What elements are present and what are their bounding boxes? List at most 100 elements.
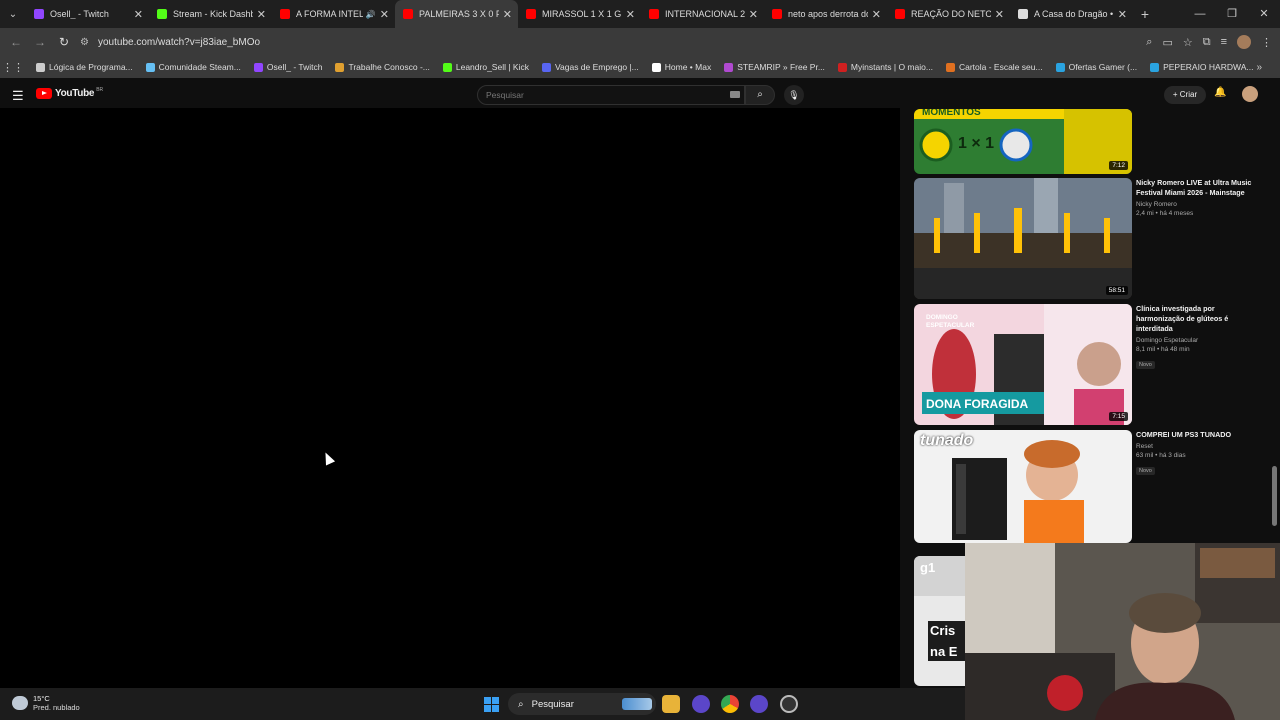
browser-tab[interactable]: MIRASSOL 1 X 1 GRÊ ✕ [518,0,641,28]
new-tab-plus-icon[interactable]: + [1133,6,1157,22]
extensions-icon[interactable]: ⧉ [1203,36,1211,49]
tab-title: PALMEIRAS 3 X 0 FOR [419,9,499,19]
close-icon[interactable]: ✕ [257,8,266,21]
hamburger-icon[interactable]: ☰ [12,88,24,104]
avatar[interactable] [1242,86,1258,102]
youtube-logo[interactable]: YouTube BR [36,86,104,99]
bookmark-label: Home • Max [664,62,712,72]
new-badge: Novo [1136,361,1155,369]
speaker-icon[interactable]: 🔊 [366,10,376,19]
search-input[interactable]: Pesquisar [477,85,745,105]
install-icon[interactable]: ▭ [1162,36,1172,49]
bookmark-item[interactable]: Vagas de Emprego |... [541,62,639,72]
back-icon[interactable]: ← [4,35,28,49]
browser-tab[interactable]: INTERNACIONAL 2 X ✕ [641,0,764,28]
tab-favicon-icon [772,9,782,19]
file-explorer-icon[interactable] [662,695,680,713]
recommended-video[interactable]: tunado COMPREI UM PS3 TUNADO Reset 63 mil •… [914,430,1257,543]
forward-icon[interactable]: → [28,35,52,49]
taskbar-search[interactable]: ⌕ Pesquisar [508,693,656,715]
close-window-icon[interactable]: ✕ [1248,0,1280,28]
close-icon[interactable]: ✕ [1118,8,1127,21]
video-title[interactable]: COMPREI UM PS3 TUNADO [1136,430,1257,440]
menu-dots-icon[interactable]: ⋮ [1261,36,1272,49]
channel-name[interactable]: Nicky Romero [1136,201,1257,208]
browser-tab[interactable]: A Casa do Dragão • I ✕ [1010,0,1133,28]
bookmark-item[interactable]: STEAMRIP » Free Pr... [724,62,825,72]
profile-icon[interactable] [1237,35,1251,49]
search-icon: ⌕ [518,698,524,710]
browser-tab[interactable]: A FORMA INTELI 🔊 ✕ [272,0,395,28]
close-icon[interactable]: ✕ [872,8,881,21]
star-icon[interactable]: ☆ [1183,36,1193,49]
channel-name[interactable]: Domingo Espetacular [1136,337,1257,344]
twitch-app-icon[interactable] [692,695,710,713]
recommended-video[interactable]: DOMINGO ESPETACULAR DONA FORAGIDA 7:15 Clín… [914,304,1257,425]
video-thumbnail[interactable]: 58:51 [914,178,1132,299]
bookmark-favicon-icon [1150,62,1160,72]
bookmark-list: Lógica de Programa... Comunidade Steam...… [36,62,1266,72]
bookmark-item[interactable]: Myinstants | O maio... [837,62,933,72]
bookmark-item[interactable]: Comunidade Steam... [145,62,241,72]
browser-tab[interactable]: PALMEIRAS 3 X 0 FOR ✕ [395,0,518,28]
mic-icon[interactable]: 🎙 [784,85,804,105]
bookmark-item[interactable]: Ofertas Gamer (... [1055,62,1137,72]
bookmark-item[interactable]: Home • Max [651,62,712,72]
bookmark-item[interactable]: Cartola - Escale seu... [945,62,1043,72]
browser-tab[interactable]: REAÇÃO DO NETO C ✕ [887,0,1010,28]
chrome-icon[interactable] [721,695,739,713]
recommended-video[interactable]: 58:51 Nicky Romero LIVE at Ultra Music Fe… [914,178,1257,299]
video-thumbnail[interactable]: MOMENTOS 1 × 1 7:12 [914,109,1132,174]
discord-icon[interactable] [750,695,768,713]
thumb-caption: tunado [920,432,974,449]
video-player[interactable] [0,108,900,688]
tab-title: INTERNACIONAL 2 X [665,9,745,19]
search-icon[interactable]: ⌕ [745,85,775,105]
address-field[interactable]: ⚙ youtube.com/watch?v=j83iae_bMOo [80,31,1170,53]
reload-icon[interactable]: ↻ [52,35,76,49]
bookmark-favicon-icon [837,62,847,72]
windows-start-icon[interactable] [484,697,499,712]
close-icon[interactable]: ✕ [995,8,1004,21]
maximize-icon[interactable]: ❐ [1216,0,1248,28]
bookmark-label: PEPERAIO HARDWA... [1163,62,1254,72]
bookmarks-more-icon[interactable]: » [1256,62,1262,73]
browser-tab[interactable]: Osell_ - Twitch ✕ [26,0,149,28]
browser-tab[interactable]: Stream - Kick Dashbo ✕ [149,0,272,28]
country-code: BR [96,86,104,93]
tab-favicon-icon [895,9,905,19]
taskbar-search-label: Pesquisar [531,698,574,710]
close-icon[interactable]: ✕ [749,8,758,21]
tab-search-chevron-icon[interactable]: ⌄ [0,0,26,28]
keyboard-icon[interactable] [730,91,740,98]
video-title[interactable]: Clínica investigada por harmonização de … [1136,304,1257,334]
video-thumbnail[interactable]: DOMINGO ESPETACULAR DONA FORAGIDA 7:15 [914,304,1132,425]
bookmark-favicon-icon [945,62,955,72]
browser-tab[interactable]: neto apos derrota do ✕ [764,0,887,28]
bell-icon[interactable]: 🔔 [1214,87,1226,98]
video-thumbnail[interactable]: tunado [914,430,1132,543]
create-button[interactable]: + Criar [1164,86,1206,104]
close-icon[interactable]: ✕ [503,8,512,21]
apps-icon[interactable]: ⋮⋮ [0,61,26,74]
bookmark-item[interactable]: PEPERAIO HARDWA... [1150,62,1253,72]
new-badge: Novo [1136,467,1155,475]
zoom-icon[interactable]: ⌕ [1146,36,1152,49]
close-icon[interactable]: ✕ [134,8,143,21]
thumb-caption: MOMENTOS [922,109,981,118]
media-icon[interactable]: ≡ [1221,36,1227,48]
app-icon[interactable] [780,695,798,713]
site-info-icon[interactable]: ⚙ [80,37,98,48]
recommended-video[interactable]: MOMENTOS 1 × 1 7:12 [914,109,1257,174]
channel-name[interactable]: Reset [1136,443,1257,450]
close-icon[interactable]: ✕ [626,8,635,21]
video-title[interactable]: Nicky Romero LIVE at Ultra Music Festiva… [1136,178,1257,198]
minimize-icon[interactable]: — [1184,0,1216,28]
bookmark-item[interactable]: Lógica de Programa... [36,62,133,72]
weather-widget[interactable]: 15°C Pred. nublado [12,694,80,712]
bookmark-item[interactable]: Osell_ - Twitch [253,62,322,72]
close-icon[interactable]: ✕ [380,8,389,21]
tab-favicon-icon [157,9,167,19]
bookmark-item[interactable]: Leandro_Sell | Kick [442,62,529,72]
bookmark-item[interactable]: Trabalhe Conosco -... [335,62,430,72]
